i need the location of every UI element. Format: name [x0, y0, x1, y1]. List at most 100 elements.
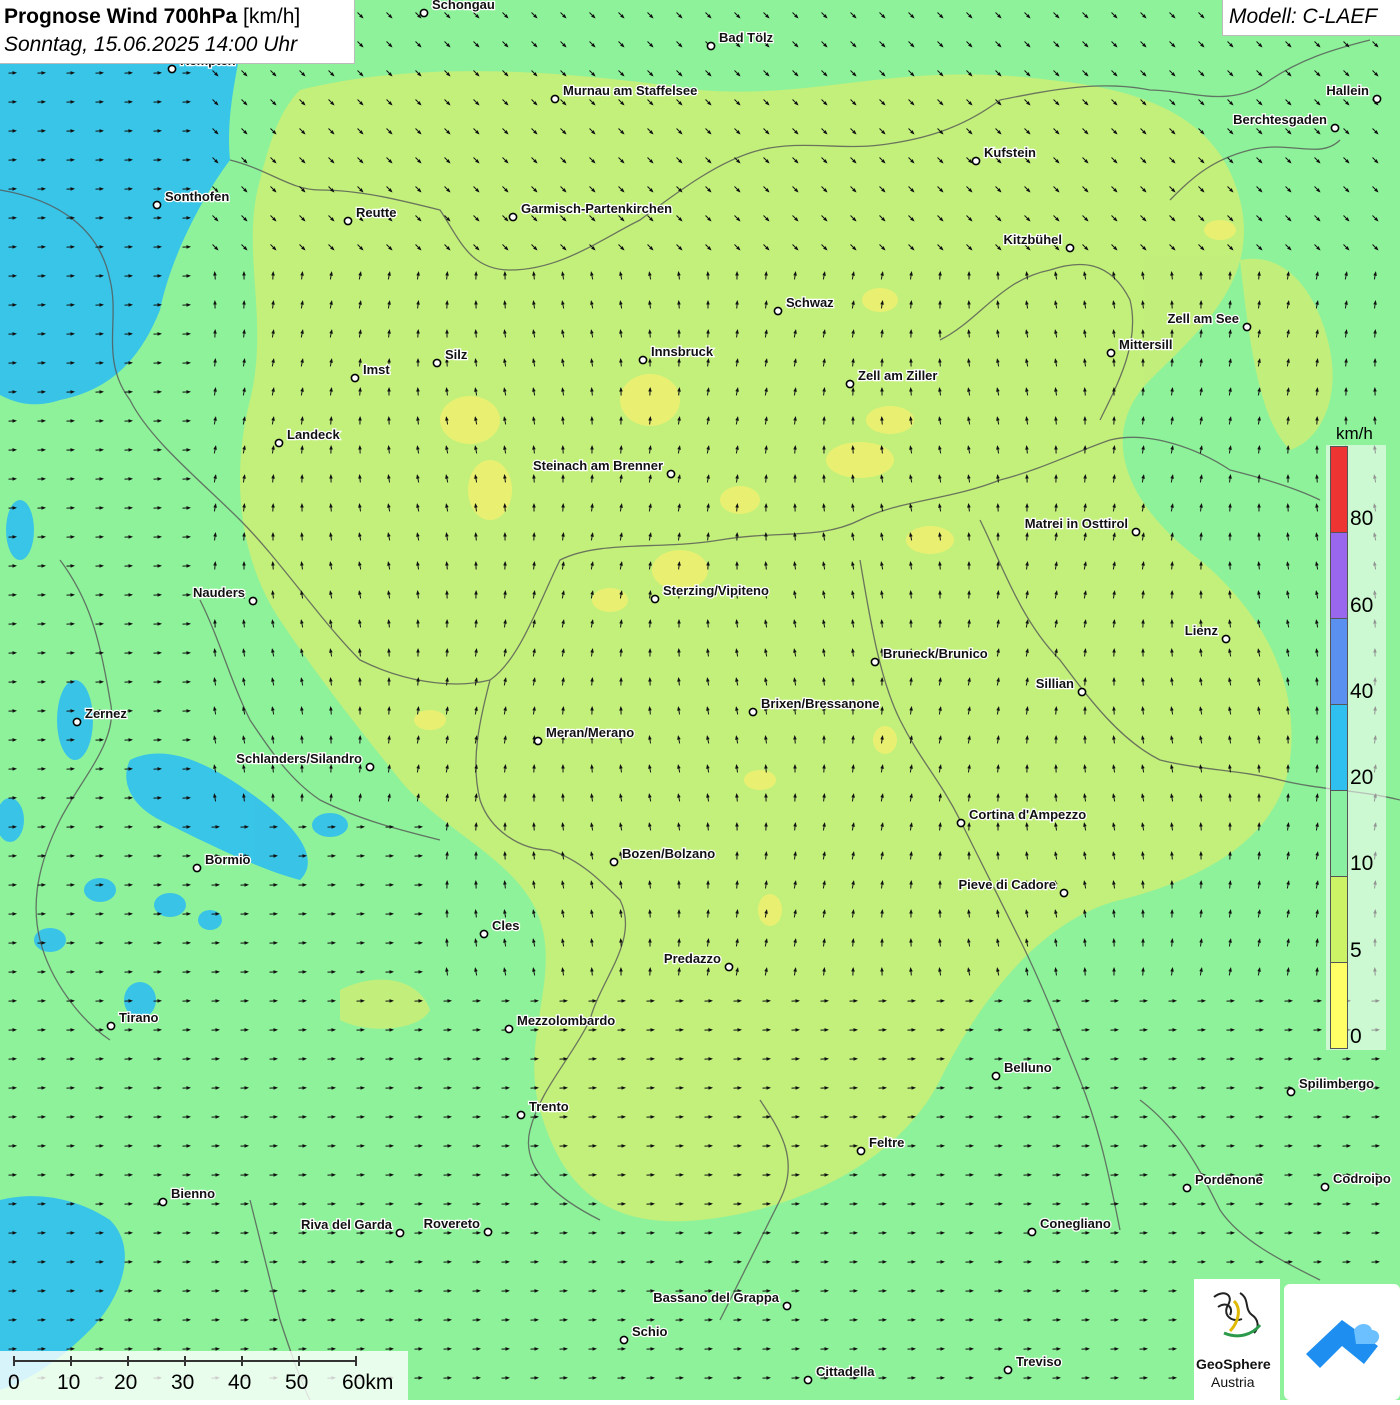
city-label: Silz — [445, 347, 468, 362]
city-label: Cles — [492, 918, 519, 933]
city-label: Zell am See — [1167, 311, 1239, 326]
legend-band — [1330, 532, 1348, 619]
city-dot — [73, 718, 80, 725]
city-dot — [534, 737, 541, 744]
city-label: Lienz — [1185, 623, 1219, 638]
city-label: Zernez — [85, 706, 127, 721]
city-dot — [344, 217, 351, 224]
city-dot — [1028, 1228, 1035, 1235]
city-label: Predazzo — [664, 951, 721, 966]
city-label: Cittadella — [816, 1364, 875, 1379]
city-dot — [1004, 1366, 1011, 1373]
app-logo[interactable] — [1284, 1284, 1400, 1400]
legend-label: 5 — [1350, 939, 1362, 963]
city-label: Feltre — [869, 1135, 904, 1150]
city-dot — [1066, 244, 1073, 251]
city-dot — [774, 307, 781, 314]
model-box: Modell: C-LAEF — [1222, 0, 1400, 36]
city-dot — [620, 1336, 627, 1343]
legend-label: 60 — [1350, 594, 1373, 618]
city-dot — [396, 1229, 403, 1236]
city-dot — [159, 1198, 166, 1205]
city-label: Treviso — [1016, 1354, 1062, 1369]
scale-tick — [127, 1356, 129, 1366]
city-dot — [1331, 124, 1338, 131]
city-dot — [1132, 528, 1139, 535]
city-dot — [1243, 323, 1250, 330]
legend-band — [1330, 876, 1348, 963]
city-dot — [509, 213, 516, 220]
city-label: Rovereto — [424, 1216, 480, 1231]
title-main: Prognose Wind 700hPa — [4, 5, 237, 28]
city-dot — [783, 1302, 790, 1309]
city-dot — [707, 42, 714, 49]
title-box: Prognose Wind 700hPa [km/h] Sonntag, 15.… — [0, 0, 355, 64]
legend-label: 80 — [1350, 507, 1373, 531]
legend-band — [1330, 962, 1348, 1049]
city-dot — [551, 95, 558, 102]
city-dot — [249, 597, 256, 604]
city-label: Matrei in Osttirol — [1025, 516, 1128, 531]
city-label: Schwaz — [786, 295, 834, 310]
city-label: Pieve di Cadore — [958, 877, 1056, 892]
city-dot — [957, 819, 964, 826]
map-title: Prognose Wind 700hPa [km/h] — [4, 5, 300, 29]
scale-tick — [70, 1356, 72, 1366]
city-label: Bienno — [171, 1186, 215, 1201]
scale-tick — [184, 1356, 186, 1366]
city-label: Bad Tölz — [719, 30, 774, 45]
city-dot — [433, 359, 440, 366]
city-dot — [1060, 889, 1067, 896]
city-dot — [107, 1022, 114, 1029]
city-label: Schio — [632, 1324, 667, 1339]
city-label: Kitzbühel — [1004, 232, 1063, 247]
city-label: Bozen/Bolzano — [622, 846, 715, 861]
city-dot — [1107, 349, 1114, 356]
city-dot — [168, 65, 175, 72]
city-dot — [846, 380, 853, 387]
city-dot — [351, 374, 358, 381]
city-dot — [804, 1376, 811, 1383]
city-dot — [480, 930, 487, 937]
title-unit: [km/h] — [243, 5, 300, 28]
city-dot — [1321, 1183, 1328, 1190]
city-dot — [153, 201, 160, 208]
city-dot — [857, 1147, 864, 1154]
forecast-date: Sonntag, 15.06.2025 14:00 Uhr — [4, 33, 297, 57]
legend-label: 40 — [1350, 680, 1373, 704]
city-label: Pordenone — [1195, 1172, 1263, 1187]
city-label: Reutte — [356, 205, 396, 220]
city-dot — [1222, 635, 1229, 642]
city-dot — [193, 864, 200, 871]
city-dot — [651, 595, 658, 602]
city-dot — [1078, 688, 1085, 695]
city-label: Imst — [363, 362, 390, 377]
city-label: Cortina d'Ampezzo — [969, 807, 1086, 822]
city-label: Bruneck/Brunico — [883, 646, 988, 661]
city-dot — [517, 1111, 524, 1118]
city-label: Mittersill — [1119, 337, 1172, 352]
city-label: Riva del Garda — [301, 1217, 393, 1232]
city-dot — [420, 9, 427, 16]
scale-label: 60km — [342, 1371, 393, 1395]
city-label: Conegliano — [1040, 1216, 1111, 1231]
scale-label: 40 — [228, 1371, 251, 1395]
city-label: Innsbruck — [651, 344, 714, 359]
city-label: Steinach am Brenner — [533, 458, 663, 473]
city-label: Berchtesgaden — [1233, 112, 1327, 127]
city-dot — [505, 1025, 512, 1032]
legend-label: 0 — [1350, 1025, 1362, 1049]
city-label: Garmisch-Partenkirchen — [521, 201, 672, 216]
legend-band — [1330, 446, 1348, 533]
city-dot — [749, 708, 756, 715]
city-dot — [1183, 1184, 1190, 1191]
city-dot — [992, 1072, 999, 1079]
city-label: Kufstein — [984, 145, 1036, 160]
scale-tick — [298, 1356, 300, 1366]
scale-label: 10 — [57, 1371, 80, 1395]
scale-label: 30 — [171, 1371, 194, 1395]
city-label: Belluno — [1004, 1060, 1052, 1075]
legend-band — [1330, 618, 1348, 705]
city-dot — [275, 439, 282, 446]
city-label: Hallein — [1326, 83, 1369, 98]
